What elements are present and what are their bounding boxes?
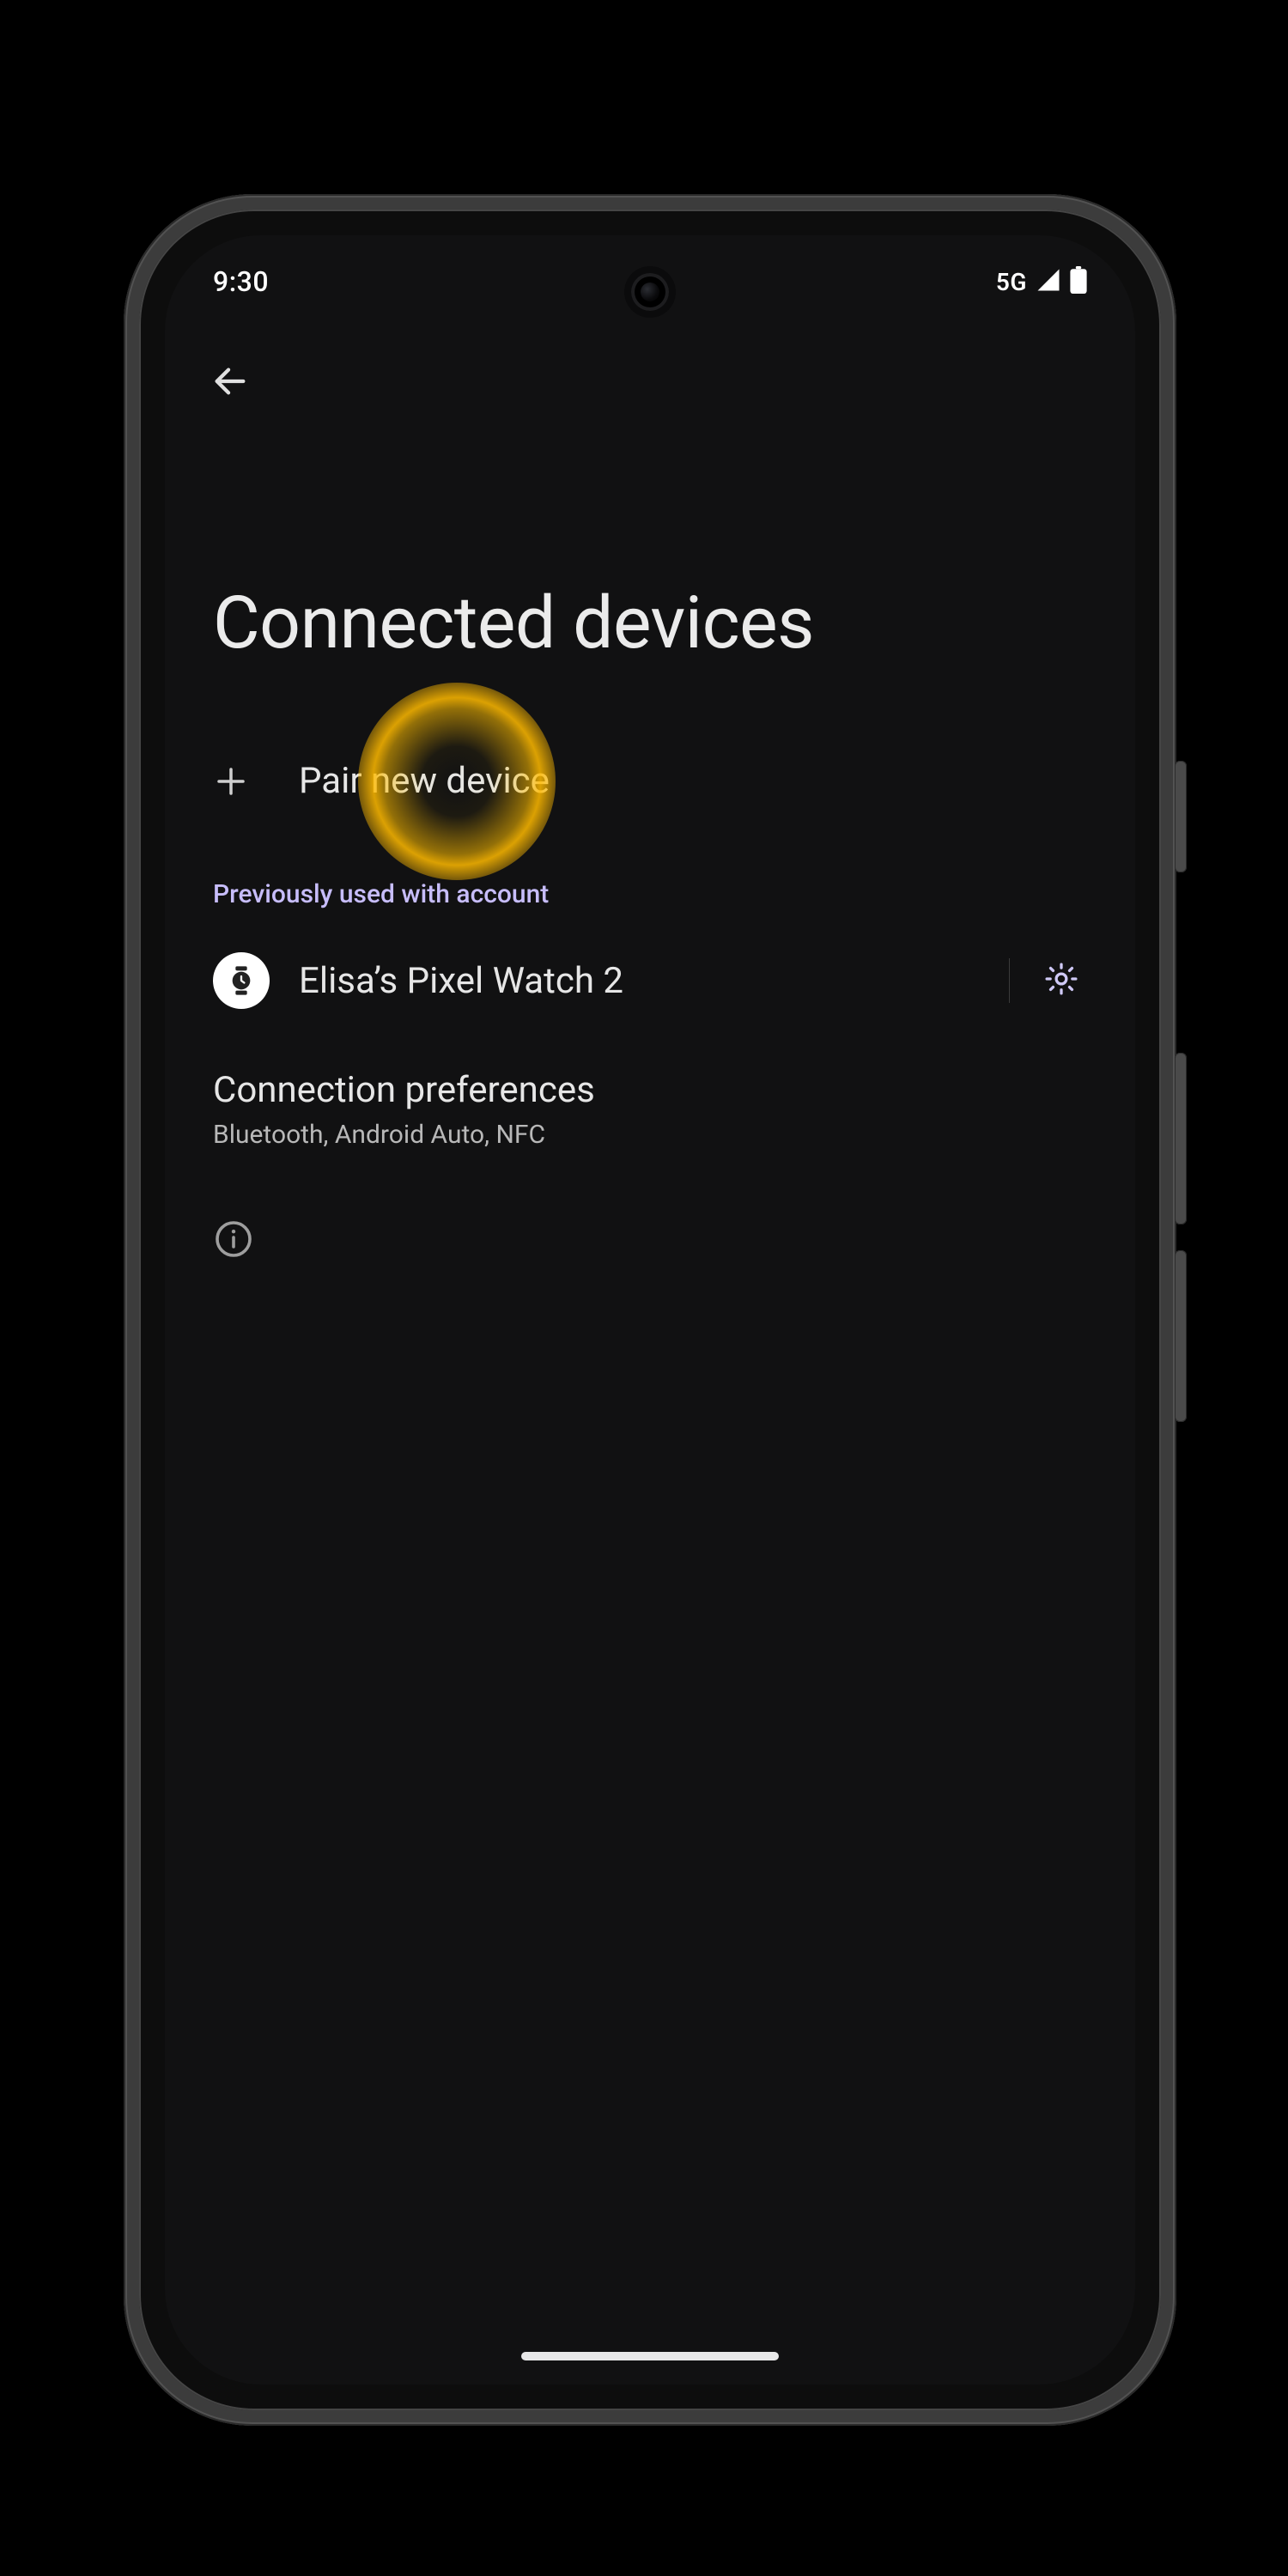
back-button[interactable] (196, 349, 264, 417)
toolbar (165, 328, 1135, 417)
pair-new-device-row[interactable]: Pair new device (165, 734, 1135, 828)
hardware-volume-down[interactable] (1175, 1250, 1187, 1422)
watch-icon (213, 952, 270, 1009)
connection-preferences-row[interactable]: Connection preferences Bluetooth, Androi… (165, 1035, 1135, 1176)
pair-new-device-label: Pair new device (299, 760, 1087, 802)
device-row-divider (1009, 958, 1010, 1003)
back-arrow-icon (210, 361, 250, 404)
gesture-nav-bar[interactable] (521, 2352, 779, 2360)
status-time: 9:30 (213, 265, 269, 298)
info-row[interactable] (165, 1176, 1135, 1306)
cell-signal-icon (1036, 267, 1061, 296)
info-icon (213, 1247, 254, 1263)
plus-icon (213, 763, 299, 799)
gear-icon (1042, 960, 1080, 1001)
connection-preferences-title: Connection preferences (213, 1069, 595, 1111)
screen: 9:30 5G (165, 235, 1135, 2385)
phone-bezel: 9:30 5G (139, 210, 1161, 2410)
battery-icon (1070, 266, 1087, 297)
device-name-label: Elisa’s Pixel Watch 2 (299, 960, 1009, 1002)
hardware-volume-up[interactable] (1175, 1053, 1187, 1224)
page-title: Connected devices (165, 417, 1135, 734)
device-row-pixel-watch[interactable]: Elisa’s Pixel Watch 2 (165, 927, 1135, 1035)
previously-used-section-label: Previously used with account (165, 828, 1135, 927)
phone-frame: 9:30 5G (124, 194, 1176, 2426)
stage: 9:30 5G (0, 0, 1288, 2576)
device-settings-button[interactable] (1036, 955, 1087, 1006)
status-network-label: 5G (996, 268, 1027, 296)
front-camera (631, 273, 669, 311)
hardware-power-button[interactable] (1175, 761, 1187, 872)
status-right-cluster: 5G (996, 266, 1087, 297)
connection-preferences-subtitle: Bluetooth, Android Auto, NFC (213, 1120, 1087, 1150)
